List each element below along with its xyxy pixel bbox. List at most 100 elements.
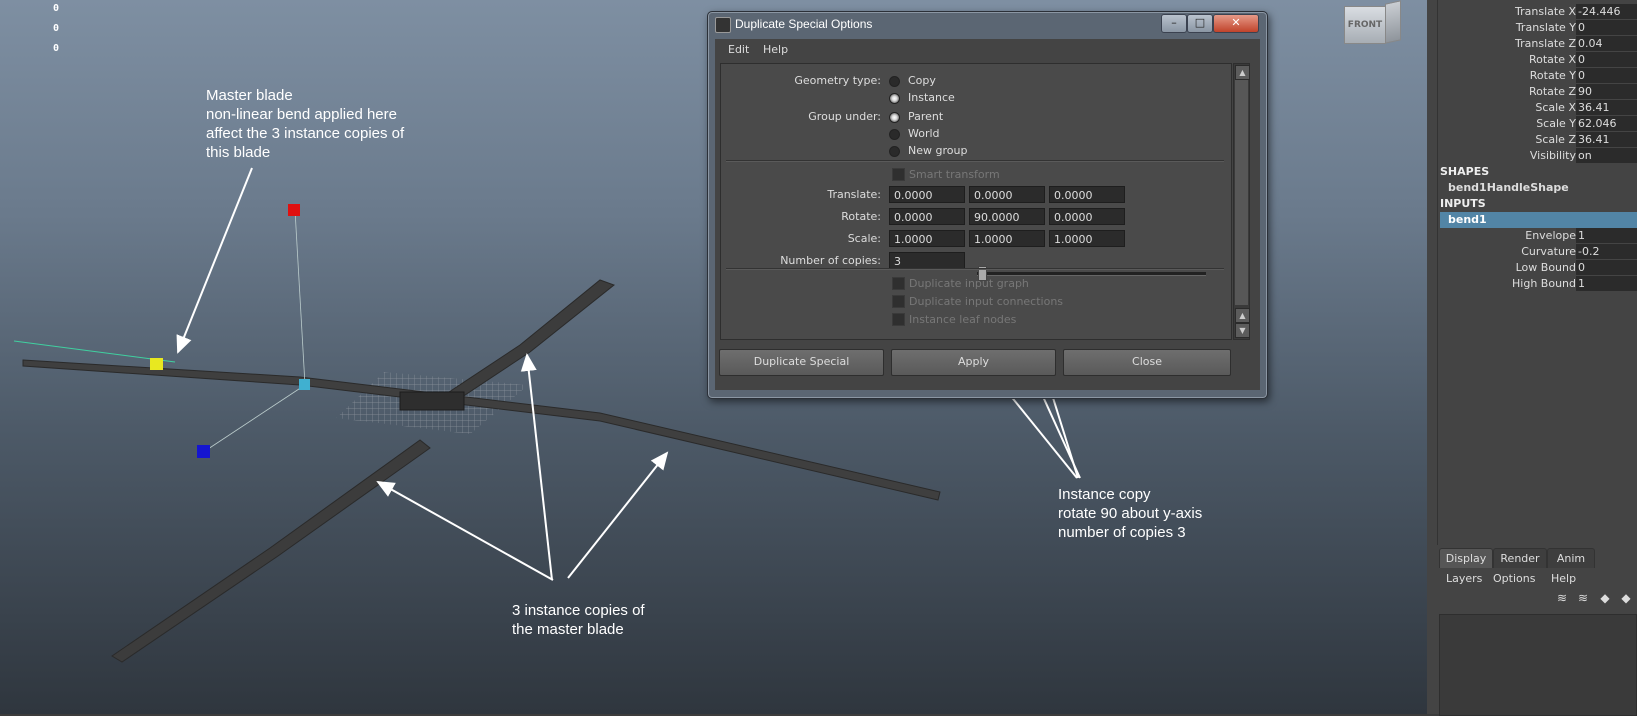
layer-menu-help[interactable]: Help [1551,572,1576,585]
view-cube[interactable]: FRONT [1338,0,1402,50]
shape-node[interactable]: bend1HandleShape [1438,180,1637,196]
minimize-button[interactable]: – [1161,14,1187,33]
separator [726,268,1224,270]
instance-blade [111,439,431,663]
attr-row[interactable]: Rotate Z 90 [1438,84,1637,100]
radio-parent-label: Parent [908,110,944,123]
number-of-copies-label: Number of copies: [780,254,881,267]
annotation-instance-settings: Instance copy rotate 90 about y-axis num… [1058,485,1202,542]
attr-row[interactable]: Scale X 36.41 [1438,100,1637,116]
channel-box-attributes: Translate X -24.446 Translate Y0 Translat… [1437,0,1637,545]
duplicate-input-connections-checkbox[interactable] [892,295,905,308]
annotation-line: this blade [206,144,271,161]
tab-anim[interactable]: Anim [1547,548,1595,568]
radio-new-group[interactable] [889,146,900,157]
scroll-up-arrow[interactable]: ▲ [1235,308,1250,323]
attr-row[interactable]: Scale Y 62.046 [1438,116,1637,132]
layer-list[interactable] [1439,614,1637,716]
attr-row[interactable]: Rotate X0 [1438,52,1637,68]
attr-name: Rotate Y [1529,69,1576,82]
attr-value[interactable]: 90 [1576,84,1637,99]
radio-copy[interactable] [889,76,900,87]
translate-z-field[interactable]: 0.0000 [1049,186,1125,203]
attr-value[interactable]: 0 [1576,20,1637,35]
handle-blue [197,445,210,458]
dialog-titlebar[interactable]: Duplicate Special Options – □ ✕ [708,12,1267,38]
attr-row[interactable]: Translate Y0 [1438,20,1637,36]
smart-transform-checkbox[interactable] [892,168,905,181]
attr-value[interactable]: 0 [1576,260,1637,275]
new-layer-icon[interactable]: ≋ [1554,591,1570,605]
radio-parent[interactable] [889,112,900,123]
attr-value[interactable]: 36.41 [1576,100,1637,115]
layer-menu-options[interactable]: Options [1493,572,1535,585]
input-node-selected[interactable]: bend1 [1440,212,1637,228]
attr-value[interactable]: 0 [1576,52,1637,67]
duplicate-special-button[interactable]: Duplicate Special [719,349,884,376]
attr-row[interactable]: Curvature -0.2 [1438,244,1637,260]
scroll-track[interactable] [1235,80,1248,305]
attr-value[interactable]: 0 [1576,68,1637,83]
attr-row[interactable]: Scale Z 36.41 [1438,132,1637,148]
attr-value[interactable]: on [1576,148,1637,163]
radio-world[interactable] [889,129,900,140]
inputs-header: INPUTS [1438,196,1637,212]
copies-slider-track[interactable] [977,272,1206,276]
tab-display[interactable]: Display [1439,548,1493,568]
annotation-line: affect the 3 instance copies of [206,125,405,142]
radio-instance-label: Instance [908,91,955,104]
attr-value[interactable]: 1 [1576,228,1637,243]
tab-render[interactable]: Render [1493,548,1547,568]
view-cube-side-face[interactable] [1385,0,1401,44]
attr-row[interactable]: Translate X -24.446 [1438,4,1637,20]
attr-value[interactable]: -24.446 [1576,4,1637,19]
annotation-line: Master blade [206,87,293,104]
shapes-header: SHAPES [1438,164,1637,180]
blade-hub [399,391,465,411]
scroll-up-arrow[interactable]: ▲ [1235,65,1250,80]
menu-edit[interactable]: Edit [728,43,749,56]
radio-instance[interactable] [889,93,900,104]
attr-row[interactable]: Visibility on [1438,148,1637,164]
attr-value[interactable]: 36.41 [1576,132,1637,147]
rotate-z-field[interactable]: 0.0000 [1049,208,1125,225]
attr-value[interactable]: 1 [1576,276,1637,291]
new-layer-selected-icon[interactable]: ≋ [1575,591,1591,605]
instance-leaf-nodes-checkbox[interactable] [892,313,905,326]
scale-y-field[interactable]: 1.0000 [969,230,1045,247]
attr-value[interactable]: 0.04 [1576,36,1637,51]
close-button[interactable]: Close [1063,349,1231,376]
attr-value[interactable]: -0.2 [1576,244,1637,259]
number-of-copies-field[interactable]: 3 [889,252,965,269]
options-scrollbar[interactable]: ▲ ▲ ▼ [1233,63,1250,340]
duplicate-input-graph-checkbox[interactable] [892,277,905,290]
menu-help[interactable]: Help [763,43,788,56]
attr-row[interactable]: Low Bound 0 [1438,260,1637,276]
layer-menu-layers[interactable]: Layers [1446,572,1482,585]
annotation-line: 3 instance copies of [512,602,645,619]
translate-y-field[interactable]: 0.0000 [969,186,1045,203]
maximize-button[interactable]: □ [1187,14,1213,33]
view-cube-front-face[interactable]: FRONT [1344,6,1386,44]
close-window-button[interactable]: ✕ [1213,14,1259,33]
rotate-y-field[interactable]: 90.0000 [969,208,1045,225]
attr-row[interactable]: Translate Z 0.04 [1438,36,1637,52]
attr-row[interactable]: Envelope 1 [1438,228,1637,244]
attr-row[interactable]: High Bound 1 [1438,276,1637,292]
dialog-title: Duplicate Special Options [735,17,873,31]
attr-row[interactable]: Rotate Y0 [1438,68,1637,84]
attr-value[interactable]: 62.046 [1576,116,1637,131]
rotate-x-field[interactable]: 0.0000 [889,208,965,225]
translate-x-field[interactable]: 0.0000 [889,186,965,203]
apply-button[interactable]: Apply [891,349,1056,376]
layer-options-icon[interactable]: ◆ [1618,591,1634,605]
new-empty-layer-icon[interactable]: ◆ [1597,591,1613,605]
annotation-line: number of copies 3 [1058,524,1186,541]
attr-name: High Bound [1512,277,1576,290]
scale-z-field[interactable]: 1.0000 [1049,230,1125,247]
scroll-down-arrow[interactable]: ▼ [1235,323,1250,338]
group-under-label: Group under: [808,110,881,123]
annotation-line: the master blade [512,621,624,638]
annotation-master-blade: Master blade non-linear bend applied her… [206,86,404,162]
scale-x-field[interactable]: 1.0000 [889,230,965,247]
